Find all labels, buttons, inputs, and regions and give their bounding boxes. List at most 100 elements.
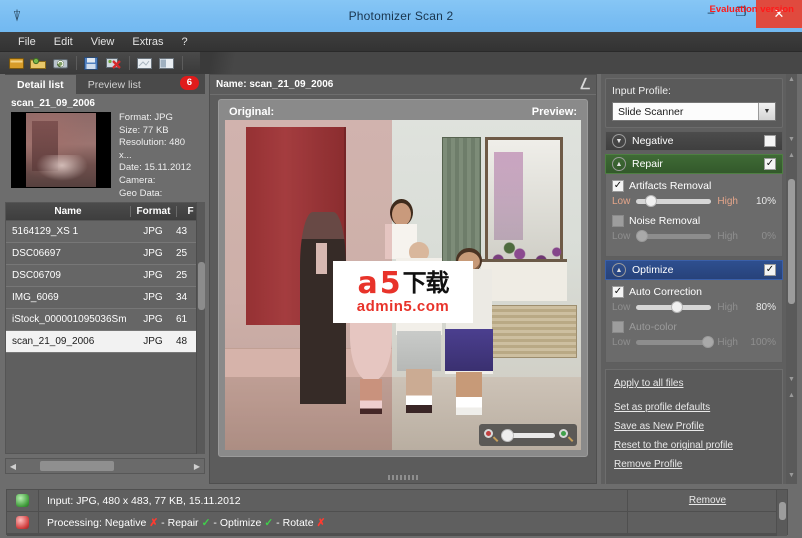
- table-row[interactable]: 5164129_XS 1 JPG 43: [6, 221, 204, 243]
- chevron-up-icon[interactable]: ▲: [612, 157, 626, 171]
- detail-thumbnail[interactable]: [11, 112, 111, 188]
- zoom-slider-track[interactable]: [501, 428, 555, 442]
- auto-color-slider-thumb[interactable]: [702, 336, 715, 348]
- noise-removal-slider-track[interactable]: [636, 230, 712, 242]
- noise-removal-checkbox[interactable]: [612, 215, 624, 227]
- photo-shutter: [442, 136, 482, 262]
- auto-correction-slider-track[interactable]: [636, 301, 712, 313]
- table-row[interactable]: IMG_6069 JPG 34: [6, 287, 204, 309]
- set-as-profile-defaults-link[interactable]: Set as profile defaults: [614, 401, 774, 414]
- artifacts-removal-row[interactable]: ✓ Artifacts Removal: [612, 180, 776, 192]
- tab-preview-list[interactable]: Preview list: [75, 75, 153, 94]
- table-row[interactable]: iStock_000001095036Sm JPG 61: [6, 309, 204, 331]
- watermark-digit: 5: [379, 265, 401, 301]
- scrollbar-thumb[interactable]: [40, 461, 114, 471]
- auto-correction-slider-row[interactable]: Low High 80%: [612, 301, 776, 313]
- panel-resize-grip[interactable]: [388, 475, 418, 480]
- noise-removal-row[interactable]: Noise Removal: [612, 215, 776, 227]
- artifacts-removal-slider-thumb[interactable]: [645, 195, 658, 207]
- noise-removal-slider-thumb[interactable]: [636, 230, 649, 242]
- tab-preview-list-label: Preview list: [87, 78, 141, 91]
- section-negative-header[interactable]: ▼ Negative: [605, 131, 783, 151]
- single-view-icon[interactable]: [134, 54, 154, 72]
- scroll-left-arrow-icon[interactable]: ◀: [6, 462, 20, 471]
- scroll-up-arrow-icon[interactable]: ▲: [786, 390, 797, 401]
- split-view-icon[interactable]: [156, 54, 176, 72]
- scrollbar-thumb[interactable]: [198, 262, 205, 310]
- scrollbar-track[interactable]: [20, 461, 190, 471]
- auto-color-checkbox[interactable]: [612, 321, 624, 333]
- section-repair-checkbox[interactable]: ✓: [764, 158, 776, 170]
- scrollbar-thumb[interactable]: [788, 179, 795, 304]
- scroll-right-arrow-icon[interactable]: ▶: [190, 462, 204, 471]
- section-repair-header[interactable]: ▲ Repair ✓: [605, 154, 783, 174]
- artifacts-removal-slider-row[interactable]: Low High 10%: [612, 195, 776, 207]
- table-row[interactable]: DSC06709 JPG 25: [6, 265, 204, 287]
- menu-extras[interactable]: Extras: [124, 33, 171, 51]
- remove-link[interactable]: Remove: [689, 494, 726, 507]
- column-header-format[interactable]: Format: [130, 206, 176, 217]
- section-negative-checkbox[interactable]: [764, 135, 776, 147]
- cell-name: IMG_6069: [12, 292, 59, 303]
- expand-icon[interactable]: ⎳: [580, 78, 590, 91]
- section-optimize-header[interactable]: ▲ Optimize ✓: [605, 260, 783, 280]
- open-folder-icon[interactable]: [28, 54, 48, 72]
- menu-file[interactable]: File: [10, 33, 44, 51]
- zoom-in-icon[interactable]: [559, 428, 574, 442]
- step-rotate-label: Rotate: [282, 516, 314, 529]
- auto-correction-label: Auto Correction: [629, 286, 702, 298]
- reset-to-original-profile-link[interactable]: Reset to the original profile: [614, 439, 774, 452]
- auto-correction-checkbox[interactable]: ✓: [612, 286, 624, 298]
- tab-detail-list[interactable]: Detail list: [5, 75, 76, 94]
- scan-icon[interactable]: [50, 54, 70, 72]
- scroll-up-arrow-icon[interactable]: ▲: [786, 74, 797, 85]
- artifacts-removal-checkbox[interactable]: ✓: [612, 180, 624, 192]
- scrollbar-thumb[interactable]: [779, 502, 786, 520]
- file-list-vertical-scrollbar[interactable]: [196, 202, 205, 454]
- auto-correction-slider-thumb[interactable]: [670, 301, 683, 313]
- file-list-horizontal-scrollbar[interactable]: ◀ ▶: [5, 458, 205, 474]
- meta-format: Format: JPG: [119, 112, 173, 123]
- image-canvas[interactable]: a 5 下载 admin5.com: [225, 120, 581, 450]
- chevron-up-icon[interactable]: ▲: [612, 263, 626, 277]
- zoom-control[interactable]: [479, 424, 577, 446]
- status-row-partial: [7, 534, 787, 536]
- scroll-down-arrow-icon[interactable]: ▼: [786, 134, 797, 145]
- menu-view[interactable]: View: [83, 33, 123, 51]
- step-repair-status-icon: ✓: [201, 516, 211, 529]
- cell-name: DSC06709: [12, 270, 61, 281]
- status-input-action[interactable]: Remove: [627, 489, 787, 512]
- apply-to-all-files-link[interactable]: Apply to all files: [614, 377, 774, 390]
- meta-resolution: Resolution: 480 x...: [119, 137, 186, 161]
- scroll-up-arrow-icon[interactable]: ▲: [786, 150, 797, 161]
- chevron-down-icon[interactable]: ▼: [758, 103, 775, 120]
- zoom-slider-thumb[interactable]: [501, 428, 514, 442]
- tab-detail-list-label: Detail list: [17, 78, 64, 91]
- auto-color-slider-track[interactable]: [636, 336, 715, 348]
- zoom-out-icon[interactable]: [484, 428, 499, 442]
- input-profile-dropdown[interactable]: Slide Scanner ▼: [612, 102, 776, 121]
- save-icon[interactable]: [81, 54, 101, 72]
- table-row[interactable]: DSC06697 JPG 25: [6, 243, 204, 265]
- noise-removal-slider-row[interactable]: Low High 0%: [612, 230, 776, 242]
- noise-removal-label: Noise Removal: [629, 215, 701, 227]
- table-row-selected[interactable]: scan_21_09_2006 JPG 48: [6, 331, 204, 353]
- auto-color-slider-row[interactable]: Low High 100%: [612, 336, 776, 348]
- delete-icon[interactable]: [103, 54, 123, 72]
- save-as-new-profile-link[interactable]: Save as New Profile: [614, 420, 774, 433]
- auto-correction-row[interactable]: ✓ Auto Correction: [612, 286, 776, 298]
- section-optimize-checkbox[interactable]: ✓: [764, 264, 776, 276]
- photo-flower-box: [481, 258, 567, 302]
- scroll-down-arrow-icon[interactable]: ▼: [786, 374, 797, 385]
- menu-edit[interactable]: Edit: [46, 33, 81, 51]
- menu-help[interactable]: ?: [174, 33, 196, 51]
- chevron-down-icon[interactable]: ▼: [612, 134, 626, 148]
- right-panel-scrollbar[interactable]: ▲ ▼ ▲ ▼ ▲ ▼: [786, 74, 797, 484]
- artifacts-removal-slider-track[interactable]: [636, 195, 712, 207]
- scroll-down-arrow-icon[interactable]: ▼: [786, 470, 797, 481]
- column-header-name[interactable]: Name: [6, 206, 130, 217]
- remove-profile-link[interactable]: Remove Profile: [614, 458, 774, 471]
- auto-color-row[interactable]: Auto-color: [612, 321, 776, 333]
- open-image-icon[interactable]: [6, 54, 26, 72]
- status-bar-scrollbar[interactable]: [776, 490, 787, 536]
